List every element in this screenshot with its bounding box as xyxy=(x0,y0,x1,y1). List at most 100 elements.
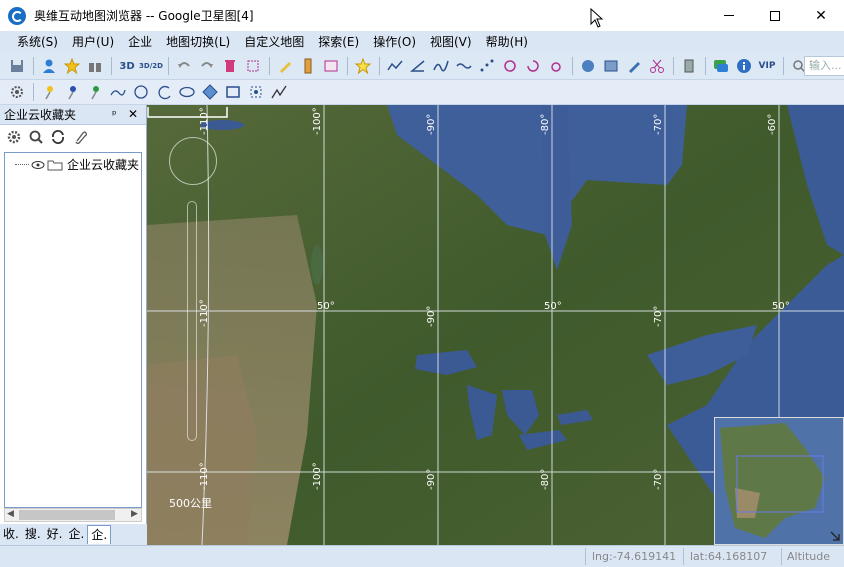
toolbar-separator xyxy=(347,57,348,75)
grid-label: 50° xyxy=(544,301,562,312)
settings-icon[interactable] xyxy=(6,129,22,148)
search-input[interactable]: 输入... xyxy=(804,56,844,76)
path-icon[interactable] xyxy=(430,55,452,77)
status-altitude: Altitude xyxy=(787,550,830,563)
user-icon[interactable] xyxy=(38,55,60,77)
draw-toolbar xyxy=(0,80,844,105)
compass-control[interactable] xyxy=(169,137,217,185)
scroll-left-icon[interactable]: ◀ xyxy=(7,509,14,519)
info-icon[interactable] xyxy=(733,55,755,77)
tab-search[interactable]: 搜. xyxy=(22,525,44,544)
scale-label: 500公里 xyxy=(169,497,212,510)
toolbar-separator xyxy=(33,57,34,75)
minimize-button[interactable] xyxy=(706,0,752,31)
chat-icon[interactable] xyxy=(710,55,732,77)
app-logo-icon xyxy=(8,6,26,25)
angle-icon[interactable] xyxy=(407,55,429,77)
pin-yellow-icon[interactable] xyxy=(38,81,60,103)
pin-green-icon[interactable] xyxy=(84,81,106,103)
grid-label: -110° xyxy=(199,462,210,490)
eye-icon[interactable] xyxy=(31,160,45,170)
close-icon: ✕ xyxy=(815,7,827,24)
menu-user[interactable]: 用户(U) xyxy=(65,31,121,53)
tab-favorites[interactable]: 收. xyxy=(0,525,22,544)
track-icon[interactable] xyxy=(384,55,406,77)
menu-explore[interactable]: 探索(E) xyxy=(311,31,366,53)
overview-minimap[interactable] xyxy=(714,417,844,545)
menu-enterprise[interactable]: 企业 xyxy=(121,31,159,53)
ellipse-icon[interactable] xyxy=(176,81,198,103)
polyline-icon[interactable] xyxy=(268,81,290,103)
vip-icon[interactable]: VIP xyxy=(756,55,778,77)
save-icon[interactable] xyxy=(6,55,28,77)
3d2d-icon[interactable]: 3D/2D xyxy=(139,55,163,77)
toolbar-separator xyxy=(783,57,784,75)
star-icon[interactable] xyxy=(61,55,83,77)
minimap-image xyxy=(715,418,843,544)
tab-friends[interactable]: 好. xyxy=(44,525,66,544)
undo-icon[interactable] xyxy=(173,55,195,77)
close-button[interactable]: ✕ xyxy=(798,0,844,31)
tree-item[interactable]: 企业云收藏夹 xyxy=(15,156,139,173)
tree-connector xyxy=(15,164,29,165)
status-separator xyxy=(683,548,684,565)
menu-view[interactable]: 视图(V) xyxy=(423,31,479,53)
globe-icon[interactable] xyxy=(577,55,599,77)
menu-operation[interactable]: 操作(O) xyxy=(366,31,423,53)
rotate-icon[interactable] xyxy=(522,55,544,77)
menu-system[interactable]: 系统(S) xyxy=(10,31,65,53)
3d-icon[interactable]: 3D xyxy=(116,55,138,77)
horizontal-scrollbar[interactable]: ◀ ▶ xyxy=(4,508,142,522)
screen-icon[interactable] xyxy=(320,55,342,77)
menu-bar: 系统(S) 用户(U) 企业 地图切换(L) 自定义地图 探索(E) 操作(O)… xyxy=(0,31,844,53)
toolbar-separator xyxy=(379,57,380,75)
toolbar-separator xyxy=(269,57,270,75)
edit-icon[interactable] xyxy=(623,55,645,77)
menu-map-switch[interactable]: 地图切换(L) xyxy=(159,31,237,53)
toolbar-separator xyxy=(33,83,34,101)
window-title: 奥维互动地图浏览器 -- Google卫星图[4] xyxy=(34,9,254,23)
scrollbar-thumb[interactable] xyxy=(19,510,115,520)
redo-icon[interactable] xyxy=(196,55,218,77)
menu-help[interactable]: 帮助(H) xyxy=(479,31,535,53)
scissors-icon[interactable] xyxy=(646,55,668,77)
grid-label: -80° xyxy=(540,468,551,490)
settings-icon[interactable] xyxy=(6,81,28,103)
scroll-right-icon[interactable]: ▶ xyxy=(131,509,138,519)
ruler-icon[interactable] xyxy=(297,55,319,77)
line-icon[interactable] xyxy=(107,81,129,103)
pencil-icon[interactable] xyxy=(274,55,296,77)
arc-icon[interactable] xyxy=(153,81,175,103)
star-add-icon[interactable] xyxy=(352,55,374,77)
grid-label: -70° xyxy=(653,305,664,327)
wave-icon[interactable] xyxy=(453,55,475,77)
status-separator xyxy=(781,548,782,565)
map-view[interactable]: -110° -100° -90° -80° -70° -60° -110° 50… xyxy=(147,105,844,545)
pin-icon[interactable]: ᵖ xyxy=(112,108,117,121)
layers-icon[interactable] xyxy=(600,55,622,77)
rectangle-icon[interactable] xyxy=(222,81,244,103)
building-icon[interactable] xyxy=(678,55,700,77)
search-icon[interactable] xyxy=(28,129,44,148)
diamond-icon[interactable] xyxy=(199,81,221,103)
tab-enterprise-cloud[interactable]: 企. xyxy=(87,525,112,544)
circle-arrow-icon[interactable] xyxy=(499,55,521,77)
select-icon[interactable] xyxy=(242,55,264,77)
binoculars-icon[interactable] xyxy=(84,55,106,77)
zoom-slider[interactable] xyxy=(187,201,197,441)
tab-enterprise[interactable]: 企. xyxy=(65,525,87,544)
panel-close-icon[interactable]: ✕ xyxy=(128,107,138,121)
folder-icon xyxy=(47,160,63,171)
dots-icon[interactable] xyxy=(476,55,498,77)
link-icon[interactable] xyxy=(545,55,567,77)
panel-tabs: 收. 搜. 好. 企. 企. xyxy=(0,524,147,545)
attachment-icon[interactable] xyxy=(72,129,88,148)
refresh-icon[interactable] xyxy=(50,129,66,148)
menu-custom-map[interactable]: 自定义地图 xyxy=(237,31,311,53)
grid-label: -60° xyxy=(767,113,778,135)
circle-icon[interactable] xyxy=(130,81,152,103)
delete-icon[interactable] xyxy=(219,55,241,77)
pin-blue-icon[interactable] xyxy=(61,81,83,103)
maximize-button[interactable] xyxy=(752,0,798,31)
points-icon[interactable] xyxy=(245,81,267,103)
